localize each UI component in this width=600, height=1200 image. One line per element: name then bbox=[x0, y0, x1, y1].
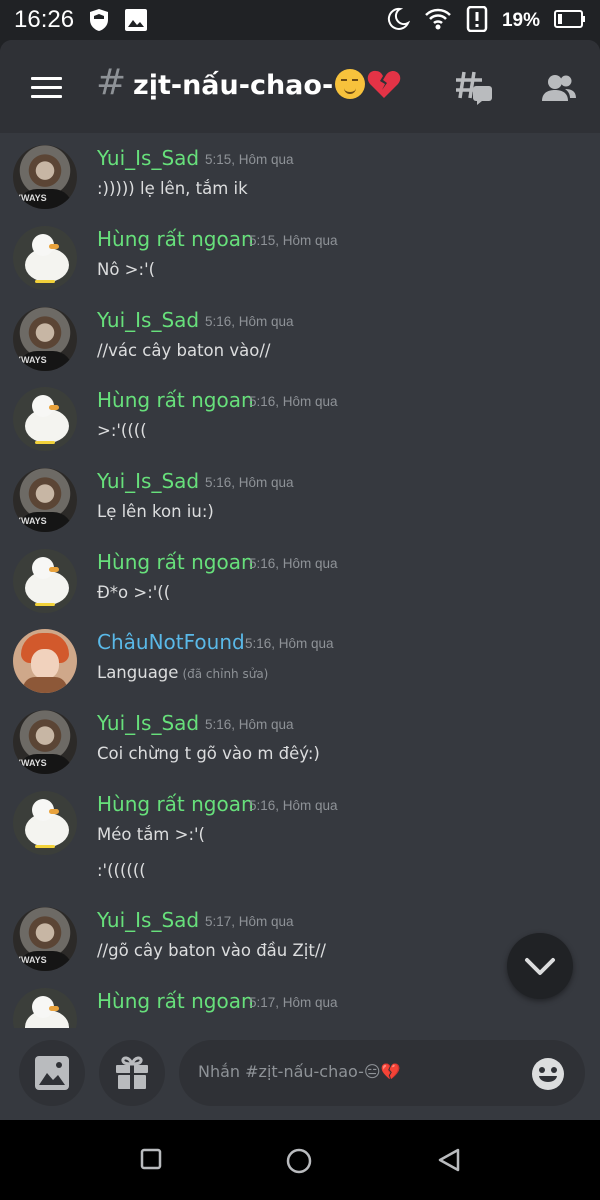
avatar[interactable] bbox=[13, 629, 77, 693]
message-timestamp: 5:17, Hôm qua bbox=[249, 995, 338, 1010]
message-author[interactable]: ChâuNotFound bbox=[97, 630, 245, 654]
message-timestamp: 5:16, Hôm qua bbox=[245, 636, 334, 651]
scroll-to-bottom-button[interactable] bbox=[507, 933, 573, 999]
alert-icon bbox=[466, 5, 488, 36]
image-icon bbox=[124, 8, 148, 36]
message-text: Language (đã chỉnh sửa) bbox=[97, 663, 269, 682]
message-timestamp: 5:16, Hôm qua bbox=[205, 717, 294, 732]
broken-heart-emoji bbox=[367, 70, 401, 98]
message-text: >:'(((( bbox=[97, 421, 147, 440]
channel-title: zịt-nấu-chao- bbox=[133, 69, 401, 101]
status-time: 16:26 bbox=[14, 6, 75, 33]
message-text: //vác cây baton vào// bbox=[97, 341, 271, 360]
expressionless-emoji bbox=[335, 69, 366, 99]
message-timestamp: 5:16, Hôm qua bbox=[249, 394, 338, 409]
message-timestamp: 5:16, Hôm qua bbox=[205, 475, 294, 490]
message-author[interactable]: Yui_Is_Sad bbox=[97, 308, 199, 332]
shield-icon bbox=[88, 8, 110, 36]
home-icon[interactable] bbox=[286, 1148, 312, 1178]
avatar[interactable]: YWAYS bbox=[13, 710, 77, 774]
message-timestamp: 5:16, Hôm qua bbox=[249, 556, 338, 571]
chat-panel: # zịt-nấu-chao- YWAYS Yui_Is_Sad 5:15, H… bbox=[0, 40, 600, 1120]
avatar[interactable]: YWAYS bbox=[13, 145, 77, 209]
attach-image-button[interactable] bbox=[19, 1040, 85, 1106]
navigation-bar bbox=[0, 1120, 600, 1200]
gift-button[interactable] bbox=[99, 1040, 165, 1106]
message-text: Méo tắm >:'( bbox=[97, 825, 205, 844]
avatar[interactable] bbox=[13, 387, 77, 451]
gift-icon bbox=[116, 1056, 148, 1089]
back-icon[interactable] bbox=[437, 1148, 461, 1176]
message-text: Đ*o >:'(( bbox=[97, 583, 171, 602]
message-text: Coi chừng t gõ vào m đêý:) bbox=[97, 744, 320, 763]
recents-icon[interactable] bbox=[140, 1148, 162, 1174]
avatar[interactable] bbox=[13, 226, 77, 290]
members-icon[interactable] bbox=[541, 74, 577, 106]
message-timestamp: 5:15, Hôm qua bbox=[205, 152, 294, 167]
message-text: //gõ cây baton vào đầu Zịt// bbox=[97, 941, 326, 960]
edited-label: (đã chỉnh sửa) bbox=[182, 667, 269, 681]
message-author[interactable]: Hùng rất ngoan bbox=[97, 227, 254, 251]
avatar[interactable] bbox=[13, 791, 77, 855]
avatar[interactable]: YWAYS bbox=[13, 307, 77, 371]
channel-header: # zịt-nấu-chao- bbox=[0, 40, 600, 133]
avatar[interactable] bbox=[13, 549, 77, 613]
message-text: Nô >:'( bbox=[97, 260, 156, 279]
message-timestamp: 5:16, Hôm qua bbox=[205, 314, 294, 329]
message-composer: Nhắn #zịt-nấu-chao-😑💔 bbox=[0, 1028, 600, 1120]
message-timestamp: 5:17, Hôm qua bbox=[205, 914, 294, 929]
message-author[interactable]: Yui_Is_Sad bbox=[97, 908, 199, 932]
message-input-placeholder: Nhắn #zịt-nấu-chao-😑💔 bbox=[198, 1062, 401, 1081]
message-text: Lẹ lên kon iu:) bbox=[97, 502, 214, 521]
message-text: :'(((((( bbox=[97, 861, 146, 880]
message-input[interactable]: Nhắn #zịt-nấu-chao-😑💔 bbox=[179, 1040, 585, 1106]
wifi-icon bbox=[424, 7, 452, 35]
moon-icon bbox=[386, 7, 411, 35]
message-author[interactable]: Hùng rất ngoan bbox=[97, 388, 254, 412]
avatar[interactable] bbox=[13, 988, 77, 1028]
discord-screen: 16:26 19% # zịt-nấu-chao- YWAYS Yui_Is_S… bbox=[0, 0, 600, 1200]
message-author[interactable]: Yui_Is_Sad bbox=[97, 469, 199, 493]
chevron-down-icon bbox=[525, 958, 555, 975]
emoji-icon[interactable] bbox=[531, 1057, 565, 1095]
message-author[interactable]: Yui_Is_Sad bbox=[97, 711, 199, 735]
battery-icon bbox=[554, 10, 586, 32]
message-author[interactable]: Hùng rất ngoan bbox=[97, 550, 254, 574]
message-list[interactable]: YWAYS Yui_Is_Sad 5:15, Hôm qua :))))) lẹ… bbox=[0, 133, 600, 1028]
image-icon bbox=[35, 1056, 69, 1090]
message-timestamp: 5:16, Hôm qua bbox=[249, 798, 338, 813]
message-timestamp: 5:15, Hôm qua bbox=[249, 233, 338, 248]
message-text: :))))) lẹ lên, tắm ik bbox=[97, 179, 248, 198]
message-author[interactable]: Hùng rất ngoan bbox=[97, 792, 254, 816]
avatar[interactable]: YWAYS bbox=[13, 468, 77, 532]
battery-percent: 19% bbox=[501, 10, 540, 31]
message-author[interactable]: Hùng rất ngoan bbox=[97, 989, 254, 1013]
channel-hash-icon: # bbox=[96, 62, 127, 103]
avatar[interactable]: YWAYS bbox=[13, 907, 77, 971]
status-bar: 16:26 19% bbox=[0, 0, 600, 40]
threads-icon[interactable] bbox=[455, 70, 493, 110]
message-author[interactable]: Yui_Is_Sad bbox=[97, 146, 199, 170]
hamburger-icon[interactable] bbox=[31, 77, 62, 99]
